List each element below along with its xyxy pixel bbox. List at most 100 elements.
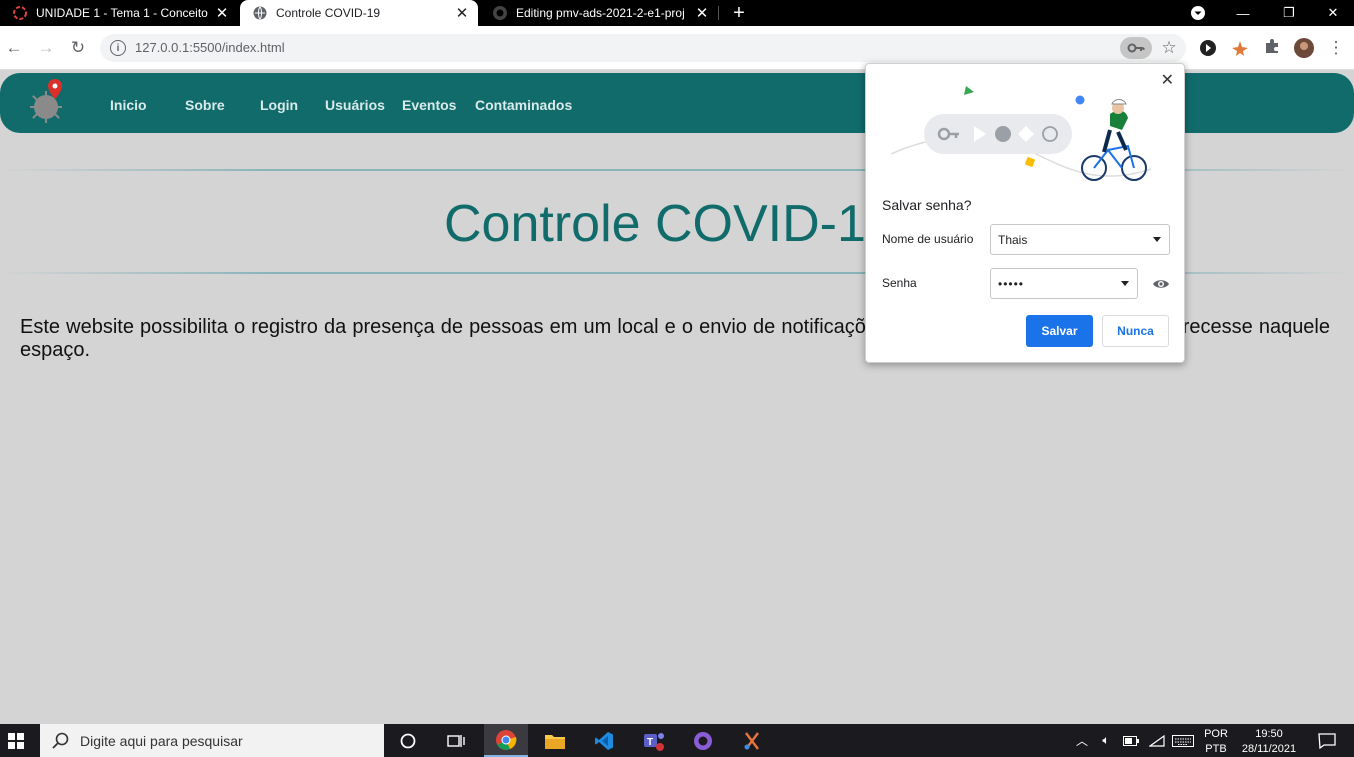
save-button[interactable]: Salvar: [1026, 315, 1093, 347]
clock-time: 19:50: [1255, 728, 1283, 740]
cortana-button[interactable]: [386, 724, 430, 757]
task-view-icon: [447, 734, 465, 747]
browser-tab-strip: UNIDADE 1 - Tema 1 - Conceito ✕ Controle…: [0, 0, 1354, 26]
site-info-icon[interactable]: i: [110, 40, 126, 56]
teams-button[interactable]: T: [632, 724, 676, 757]
taskbar-clock[interactable]: 19:50 28/11/2021: [1236, 727, 1302, 757]
tab-github-editing[interactable]: Editing pmv-ads-2021-2-e1-proj ✕: [480, 0, 718, 26]
file-explorer-icon: [545, 734, 565, 749]
search-placeholder: Digite aqui para pesquisar: [80, 733, 243, 749]
nav-link-inicio[interactable]: Inicio: [110, 97, 147, 113]
chrome-icon: [496, 729, 517, 750]
github-desktop-icon: [694, 731, 712, 750]
save-password-dialog: ✕ Salvar senha? Nome de usuário Thais Se…: [865, 63, 1185, 363]
globe-icon: [252, 5, 268, 21]
snip-button[interactable]: [730, 724, 774, 757]
tab-label: UNIDADE 1 - Tema 1 - Conceito: [36, 6, 208, 20]
nav-link-contaminados[interactable]: Contaminados: [475, 97, 572, 113]
cortana-icon: [400, 733, 416, 748]
puzzle-icon: [1264, 38, 1280, 59]
keyboard-layout: PTB: [1205, 743, 1227, 755]
show-hidden-icons-button[interactable]: ︿: [1072, 724, 1092, 757]
taskbar-search[interactable]: Digite aqui para pesquisar: [40, 724, 384, 757]
task-view-button[interactable]: [434, 724, 478, 757]
tab-search-button[interactable]: [1176, 0, 1220, 26]
avatar: [1294, 38, 1314, 58]
bookmark-star-icon[interactable]: ☆: [1158, 37, 1180, 59]
notifications-button[interactable]: [1312, 724, 1342, 757]
eye-icon[interactable]: [1152, 277, 1170, 291]
start-button[interactable]: [0, 724, 32, 757]
never-button[interactable]: Nunca: [1102, 315, 1169, 347]
search-icon: [52, 732, 69, 749]
profile-button[interactable]: [1290, 34, 1318, 62]
reload-icon: ↻: [70, 38, 86, 57]
nav-link-login[interactable]: Login: [260, 97, 298, 113]
chevron-down-icon: [1191, 6, 1205, 20]
vscode-button[interactable]: [582, 724, 626, 757]
close-tab-icon[interactable]: ✕: [454, 5, 470, 22]
notification-icon: [1318, 732, 1336, 749]
extension-circle-icon: [1200, 40, 1216, 56]
clock-date: 28/11/2021: [1241, 743, 1297, 755]
network-button[interactable]: [1146, 724, 1168, 757]
dialog-title: Salvar senha?: [882, 197, 972, 213]
keyboard-button[interactable]: [1170, 724, 1196, 757]
chrome-menu-button[interactable]: ⋮: [1322, 34, 1350, 62]
dropdown-caret-icon: [1153, 237, 1161, 242]
battery-icon: [1123, 735, 1139, 746]
extension-button[interactable]: [1194, 34, 1222, 62]
keyboard-icon: [1172, 734, 1194, 747]
password-select[interactable]: •••••: [990, 268, 1138, 299]
more-vert-icon: ⋮: [1327, 38, 1345, 57]
forward-button[interactable]: →: [32, 34, 60, 62]
url-text[interactable]: 127.0.0.1:5500/index.html: [135, 40, 285, 55]
chrome-taskbar-button[interactable]: [484, 724, 528, 757]
page-title: Controle COVID-19: [444, 195, 895, 253]
file-explorer-button[interactable]: [533, 724, 577, 757]
close-window-button[interactable]: ✕: [1312, 0, 1354, 26]
username-select[interactable]: Thais: [990, 224, 1170, 255]
key-icon[interactable]: [1120, 37, 1152, 59]
wifi-icon: [1149, 734, 1165, 747]
vscode-icon: [595, 731, 613, 750]
nav-link-sobre[interactable]: Sobre: [185, 97, 225, 113]
extension-figure-icon: [1232, 41, 1248, 56]
new-tab-button[interactable]: +: [728, 2, 750, 24]
nav-link-usuarios[interactable]: Usuários: [325, 97, 385, 113]
password-illustration: [890, 86, 1152, 181]
input-language[interactable]: POR PTB: [1200, 727, 1232, 757]
reload-button[interactable]: ↻: [64, 34, 92, 62]
maximize-button[interactable]: ❐: [1266, 0, 1312, 26]
covid-logo[interactable]: [26, 77, 70, 127]
minimize-button[interactable]: —: [1220, 0, 1266, 26]
username-label: Nome de usuário: [882, 232, 974, 246]
github-desktop-button[interactable]: [681, 724, 725, 757]
close-tab-icon[interactable]: ✕: [214, 5, 230, 22]
address-bar[interactable]: i 127.0.0.1:5500/index.html ☆: [100, 34, 1186, 62]
language-code: POR: [1204, 728, 1228, 740]
github-icon: [492, 5, 508, 21]
volume-button[interactable]: 🔈︎: [1096, 724, 1116, 757]
back-arrow-icon: ←: [5, 38, 23, 57]
nav-link-eventos[interactable]: Eventos: [402, 97, 456, 113]
tab-separator: [718, 6, 719, 20]
extension-button[interactable]: [1226, 34, 1254, 62]
forward-arrow-icon: →: [37, 38, 55, 57]
username-value: Thais: [998, 232, 1028, 247]
tab-label: Editing pmv-ads-2021-2-e1-proj: [516, 6, 685, 20]
speaker-icon: 🔈︎: [1102, 733, 1110, 747]
tab-controle-covid[interactable]: Controle COVID-19 ✕: [240, 0, 478, 26]
teams-icon: T: [644, 732, 664, 751]
tab-unidade[interactable]: UNIDADE 1 - Tema 1 - Conceito ✕: [0, 0, 238, 26]
dropdown-caret-icon: [1121, 281, 1129, 286]
close-icon[interactable]: ✕: [1161, 70, 1174, 90]
close-tab-icon[interactable]: ✕: [694, 5, 710, 22]
extensions-menu-button[interactable]: [1258, 34, 1286, 62]
battery-button[interactable]: [1120, 724, 1142, 757]
password-label: Senha: [882, 276, 917, 290]
windows-logo-icon: [8, 732, 24, 749]
tab-label: Controle COVID-19: [276, 6, 381, 20]
back-button[interactable]: ←: [0, 34, 28, 62]
password-value: •••••: [998, 276, 1025, 291]
